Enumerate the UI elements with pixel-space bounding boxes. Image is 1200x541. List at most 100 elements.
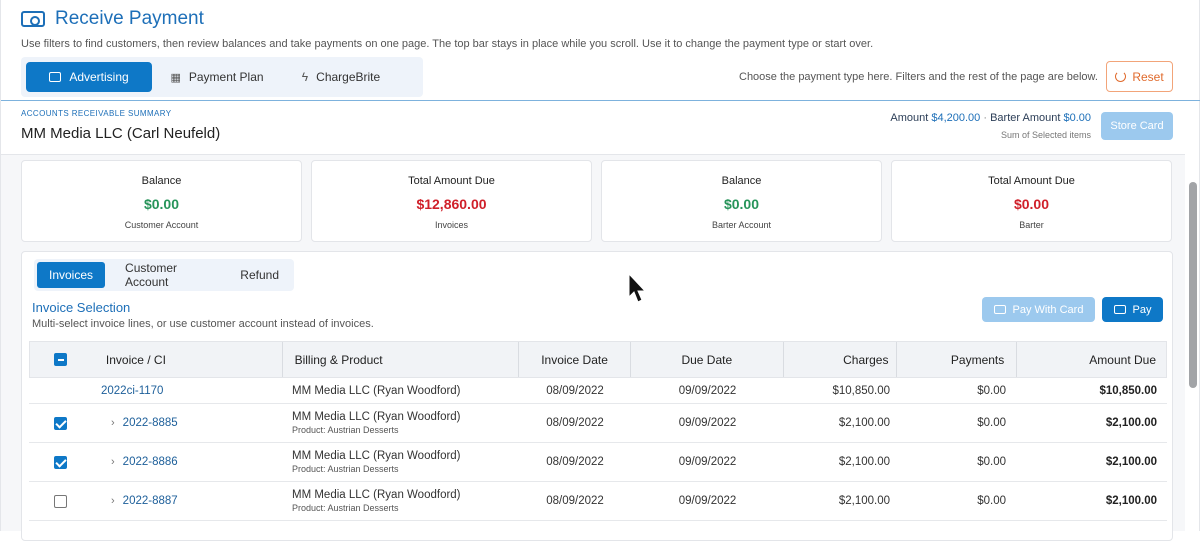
mouse-cursor-icon: [628, 273, 647, 303]
store-card-button[interactable]: Store Card: [1101, 112, 1173, 140]
due-date-cell: 09/09/2022: [678, 417, 737, 429]
invoice-table: Invoice / CI Billing & Product Invoice D…: [29, 341, 1167, 521]
invoice-date-cell: 08/09/2022: [546, 384, 604, 397]
pay-button[interactable]: Pay: [1102, 297, 1163, 322]
header-divider: [1, 100, 1200, 101]
expand-chevron-icon[interactable]: ›: [111, 456, 115, 468]
invoice-date-cell: 08/09/2022: [546, 417, 604, 429]
card-title: Total Amount Due: [988, 175, 1075, 187]
pay-label: Pay: [1132, 303, 1152, 316]
tab-refund[interactable]: Refund: [228, 262, 291, 288]
invoice-date-cell: 08/09/2022: [546, 456, 604, 468]
vertical-scrollbar[interactable]: [1189, 182, 1197, 388]
balance-customer-card: Balance $0.00 Customer Account: [21, 160, 302, 242]
payment-type-tabs: Advertising ▦ Payment Plan ϟ ChargeBrite: [21, 57, 423, 97]
col-due-date[interactable]: Due Date: [631, 342, 784, 377]
row-select-cell: [29, 404, 91, 442]
charges-cell: $10,850.00: [832, 384, 890, 397]
table-row[interactable]: 2022ci-1170 MM Media LLC (Ryan Woodford)…: [29, 378, 1167, 404]
row-select-cell: [29, 378, 91, 403]
charges-cell: $2,100.00: [838, 495, 890, 507]
tab-label: Payment Plan: [188, 70, 264, 84]
invoice-link[interactable]: 2022-8887: [123, 495, 178, 507]
card-icon: [49, 72, 62, 82]
card-icon: [993, 305, 1006, 314]
ar-summary-label: ACCOUNTS RECEIVABLE SUMMARY: [21, 109, 172, 118]
amount-sub: Sum of Selected items: [1000, 130, 1091, 140]
billing-name: MM Media LLC (Ryan Woodford): [292, 450, 461, 462]
lightning-icon: ϟ: [301, 70, 309, 84]
billing-name: MM Media LLC (Ryan Woodford): [292, 384, 461, 397]
card-sub: Barter: [1019, 220, 1044, 230]
row-checkbox[interactable]: [53, 494, 67, 508]
tab-invoices[interactable]: Invoices: [37, 262, 106, 288]
card-sub: Invoices: [434, 220, 469, 230]
invoice-link[interactable]: 2022-8886: [123, 456, 178, 468]
barter-value: $0.00: [1063, 112, 1091, 124]
reset-button[interactable]: Reset: [1106, 61, 1173, 92]
invoice-date-cell: 08/09/2022: [546, 495, 604, 507]
amount-due-cell: $2,100.00: [1105, 495, 1157, 507]
total-due-barter-card: Total Amount Due $0.00 Barter: [891, 160, 1172, 242]
customer-name: MM Media LLC (Carl Neufeld): [21, 125, 221, 142]
card-title: Balance: [141, 175, 182, 187]
product-name: Product: Austrian Desserts: [292, 503, 399, 513]
table-row[interactable]: › 2022-8886 MM Media LLC (Ryan Woodford)…: [29, 443, 1167, 482]
card-value: $0.00: [723, 196, 760, 212]
col-billing[interactable]: Billing & Product: [283, 342, 520, 377]
charges-cell: $2,100.00: [838, 417, 890, 429]
invoice-link[interactable]: 2022ci-1170: [101, 385, 163, 397]
app-frame: Receive Payment Use filters to find cust…: [0, 0, 1200, 541]
calendar-icon: ▦: [170, 71, 181, 84]
card-value: $0.00: [1013, 196, 1050, 212]
pay-with-card-button[interactable]: Pay With Card: [982, 297, 1095, 322]
invoice-cell: › 2022-8886: [91, 443, 282, 481]
row-select-cell: [29, 443, 91, 481]
table-header: Invoice / CI Billing & Product Invoice D…: [29, 341, 1167, 378]
expand-chevron-icon[interactable]: ›: [111, 495, 115, 507]
invoice-selection-subtitle: Multi-select invoice lines, or use custo…: [32, 318, 374, 330]
table-row[interactable]: › 2022-8887 MM Media LLC (Ryan Woodford)…: [29, 482, 1167, 521]
row-select-cell: [29, 482, 91, 520]
tab-chargebrite[interactable]: ϟ ChargeBrite: [282, 62, 400, 92]
reset-label: Reset: [1132, 69, 1164, 84]
payments-cell: $0.00: [977, 417, 1006, 429]
col-payments[interactable]: Payments: [897, 342, 1018, 377]
col-charges[interactable]: Charges: [784, 342, 898, 377]
selected-amount-line: Amount $4,200.00 · Barter Amount $0.00: [890, 112, 1091, 124]
row-checkbox[interactable]: [53, 455, 67, 469]
due-date-cell: 09/09/2022: [678, 384, 737, 397]
barter-label: Barter Amount: [990, 112, 1061, 124]
billing-cell: MM Media LLC (Ryan Woodford) Product: Au…: [282, 404, 519, 442]
col-invoice[interactable]: Invoice / CI: [92, 342, 283, 377]
page-header: Receive Payment: [21, 8, 204, 30]
tab-customer-account[interactable]: Customer Account: [105, 261, 228, 289]
select-all-checkbox[interactable]: [54, 353, 68, 366]
payments-cell: $0.00: [977, 495, 1006, 507]
charges-cell: $2,100.00: [838, 456, 890, 468]
total-due-invoices-card: Total Amount Due $12,860.00 Invoices: [311, 160, 592, 242]
tab-payment-plan[interactable]: ▦ Payment Plan: [158, 62, 276, 92]
row-checkbox[interactable]: [53, 416, 67, 430]
card-title: Total Amount Due: [408, 175, 495, 187]
tab-label: Advertising: [69, 70, 129, 84]
amount-value: $4,200.00: [931, 112, 981, 124]
payment-icon: [21, 11, 45, 27]
col-amount-due[interactable]: Amount Due: [1017, 342, 1166, 377]
amount-due-cell: $10,850.00: [1099, 384, 1157, 397]
table-row[interactable]: › 2022-8885 MM Media LLC (Ryan Woodford)…: [29, 404, 1167, 443]
card-sub: Customer Account: [124, 220, 199, 230]
payments-cell: $0.00: [977, 456, 1006, 468]
invoice-cell: › 2022-8887: [91, 482, 282, 520]
page-subtitle: Use filters to find customers, then revi…: [21, 38, 874, 50]
col-invoice-date[interactable]: Invoice Date: [519, 342, 631, 377]
billing-name: MM Media LLC (Ryan Woodford): [292, 489, 461, 501]
expand-chevron-icon[interactable]: ›: [111, 417, 115, 429]
tab-advertising[interactable]: Advertising: [26, 62, 152, 92]
amount-label: Amount: [890, 112, 929, 124]
invoice-tabs: Invoices Customer Account Refund: [34, 259, 294, 291]
amount-due-cell: $2,100.00: [1105, 456, 1157, 468]
invoice-selection-title: Invoice Selection: [32, 300, 131, 315]
invoice-link[interactable]: 2022-8885: [123, 417, 178, 429]
payment-type-hint: Choose the payment type here. Filters an…: [739, 71, 1098, 83]
